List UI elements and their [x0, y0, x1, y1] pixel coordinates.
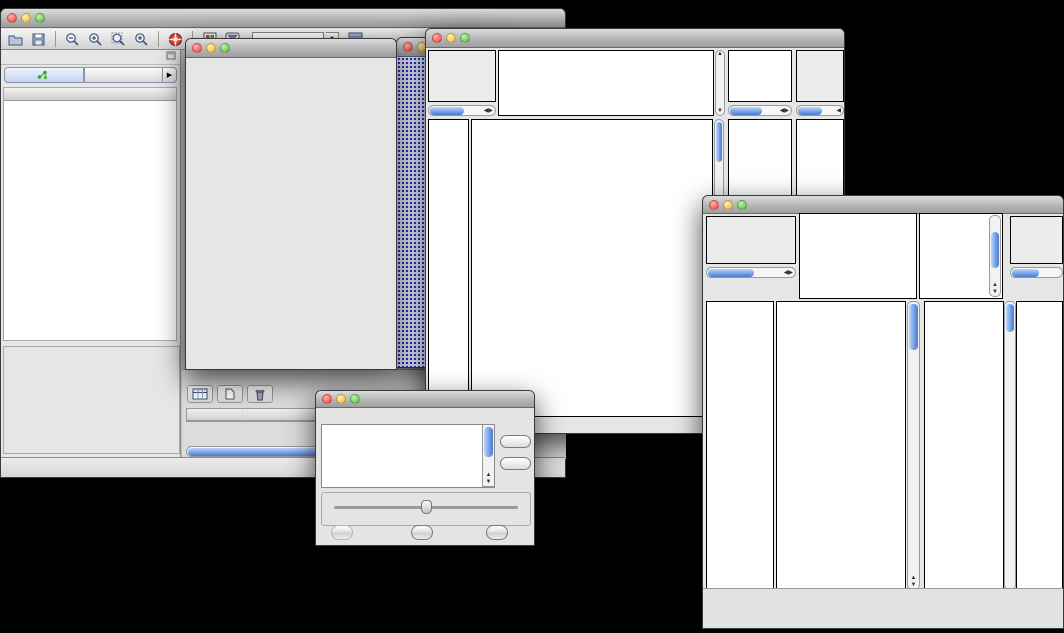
network-table-header[interactable]: [4, 88, 176, 101]
close-button[interactable]: [192, 43, 202, 53]
zoom-selected-icon[interactable]: [131, 30, 152, 48]
tv1-left-zoom-slider[interactable]: ◀▶: [428, 105, 496, 116]
tv2-zoom-view-panel[interactable]: [924, 301, 1004, 590]
tv1-column-dendrogram-panel[interactable]: [498, 50, 714, 116]
zoom-button[interactable]: [220, 43, 230, 53]
view-status-title: [429, 51, 495, 53]
done-button[interactable]: [486, 525, 508, 540]
tab-vizmapper[interactable]: [84, 67, 164, 83]
tv2-zoom-vscroll[interactable]: [1004, 301, 1016, 590]
tv2-right-zoom-slider[interactable]: [1010, 267, 1063, 278]
map-dialog-titlebar[interactable]: [316, 391, 534, 408]
tv2-column-labels-vscroll[interactable]: ▲▼: [989, 215, 1001, 297]
tv2-zoom-heatmap-canvas[interactable]: [925, 302, 1003, 589]
tv1-column-labels-panel: [728, 50, 792, 102]
tv2-gene-labels-panel: [1016, 301, 1063, 590]
toolbar-separator: [158, 31, 159, 47]
map-colors-dialog: ▲▼: [315, 390, 535, 546]
zoom-button[interactable]: [737, 200, 747, 210]
minimize-button[interactable]: [446, 33, 456, 43]
zoom-in-icon[interactable]: [85, 30, 106, 48]
create-vizmap-button[interactable]: [411, 525, 433, 540]
close-button[interactable]: [322, 394, 332, 404]
network-view-titlebar[interactable]: [186, 39, 396, 58]
tv1-dendro-vscroll[interactable]: ▲▼: [715, 50, 725, 116]
usage-hints-title: [1011, 217, 1062, 219]
tab-overflow-arrow[interactable]: ▶: [163, 67, 177, 83]
animation-speed-group: [321, 492, 531, 526]
animate-vizmap-button[interactable]: [331, 525, 353, 540]
tv1-zoom-matrix-canvas[interactable]: [730, 122, 790, 182]
network-view-window: [185, 38, 397, 370]
tv2-row-dendrogram-canvas[interactable]: [707, 302, 773, 589]
help-lifesaver-icon[interactable]: [165, 30, 186, 48]
treeview1-titlebar[interactable]: [426, 29, 844, 48]
tv1-row-dendrogram-panel[interactable]: [428, 119, 469, 417]
save-session-icon[interactable]: [28, 30, 49, 48]
minimize-button[interactable]: [206, 43, 216, 53]
network-icon: [37, 70, 48, 80]
tv2-bottom-bar: [703, 588, 1063, 628]
treeview2-titlebar[interactable]: [703, 196, 1063, 214]
main-titlebar[interactable]: [1, 9, 565, 28]
tv1-global-heatmap-panel[interactable]: [471, 119, 713, 417]
network-list-table: [3, 87, 177, 341]
tv2-heatmap-canvas[interactable]: [777, 302, 905, 589]
birdseye-view[interactable]: [3, 346, 180, 454]
attribute-listbox: ▲▼: [321, 424, 495, 488]
tv2-column-dendrogram-panel[interactable]: [799, 213, 917, 299]
float-panel-icon[interactable]: [166, 51, 176, 63]
minimize-button[interactable]: [723, 200, 733, 210]
delete-attribute-icon[interactable]: [247, 385, 273, 403]
view-status-title: [707, 217, 795, 219]
tv1-usage-hints-panel: [796, 50, 844, 102]
animation-speed-slider-thumb[interactable]: [421, 500, 432, 514]
tv2-heatmap-vscroll[interactable]: ▲▼: [907, 301, 920, 590]
tv2-usage-hints-panel: [1010, 216, 1063, 264]
tv1-right-zoom-slider[interactable]: ◀: [796, 105, 844, 116]
attribute-down-button[interactable]: [500, 457, 531, 470]
usage-hints-title: [797, 51, 843, 53]
tab-network[interactable]: [4, 67, 84, 83]
new-attribute-icon[interactable]: [217, 385, 243, 403]
control-panel: ▶: [1, 50, 181, 457]
minimize-button[interactable]: [21, 13, 31, 23]
minimize-button[interactable]: [336, 394, 346, 404]
attribute-list-vscroll[interactable]: ▲▼: [482, 425, 494, 487]
close-button[interactable]: [7, 13, 17, 23]
select-attributes-icon[interactable]: [187, 385, 213, 403]
control-panel-tabs: ▶: [4, 67, 177, 83]
tv2-column-labels-panel: ▲▼: [919, 213, 1003, 299]
tv2-global-heatmap-panel[interactable]: [776, 301, 906, 590]
close-button[interactable]: [432, 33, 442, 43]
open-session-icon[interactable]: [5, 30, 26, 48]
network-canvas[interactable]: [186, 58, 396, 369]
zoom-button[interactable]: [350, 394, 360, 404]
tv1-view-status-panel: [428, 50, 496, 102]
zoom-button[interactable]: [460, 33, 470, 43]
col-id: [187, 409, 243, 420]
tv2-view-status-panel: [706, 216, 796, 264]
zoom-fit-icon[interactable]: [108, 30, 129, 48]
tv1-heatmap-canvas[interactable]: [472, 120, 712, 416]
zoom-button[interactable]: [35, 13, 45, 23]
zoom-out-icon[interactable]: [62, 30, 83, 48]
tv1-column-dendrogram-canvas[interactable]: [499, 51, 713, 115]
tv1-row-dendrogram-canvas[interactable]: [429, 120, 468, 416]
close-button[interactable]: [709, 200, 719, 210]
close-button[interactable]: [403, 42, 413, 52]
attribute-up-button[interactable]: [500, 435, 531, 448]
toolbar-separator: [55, 31, 56, 47]
tv2-left-zoom-slider[interactable]: ◀▶: [706, 267, 796, 278]
tv1-zoom-hscroll[interactable]: ◀▶: [728, 105, 792, 116]
treeview2-window: ◀▶ ▲▼ ▲▼: [702, 195, 1064, 629]
tv2-row-dendrogram-panel[interactable]: [706, 301, 774, 590]
